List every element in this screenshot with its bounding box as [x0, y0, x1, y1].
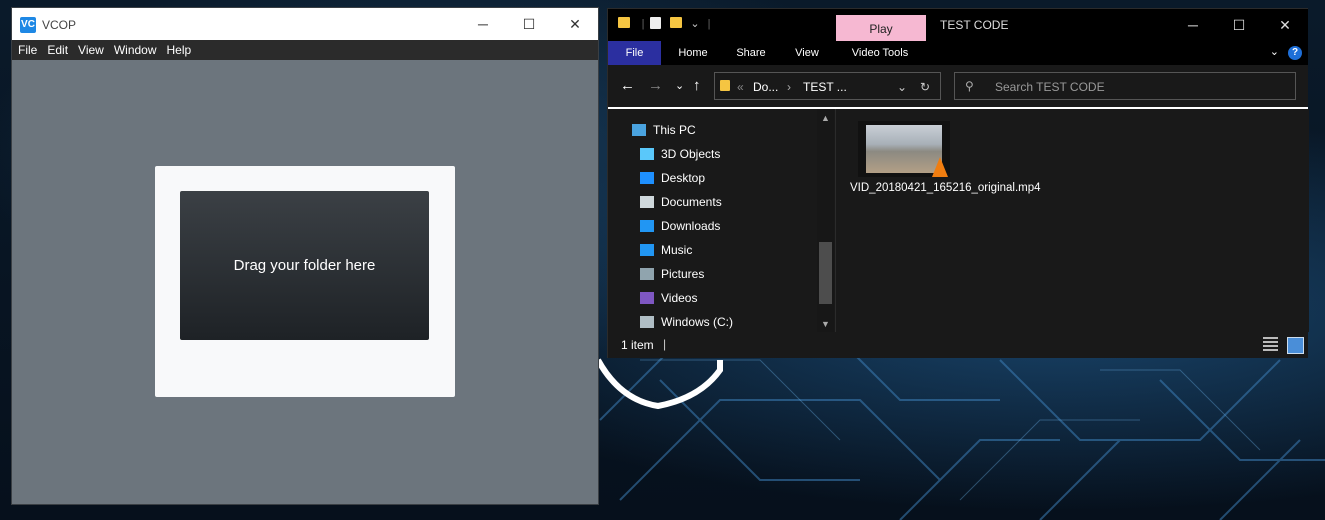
address-bar[interactable]: « Do... › TEST ... ⌄ ↻	[714, 72, 941, 100]
tree-item-pictures[interactable]: Pictures	[640, 265, 704, 283]
minimize-button[interactable]: ─	[1170, 9, 1216, 41]
recent-locations-icon[interactable]: ⌄	[675, 79, 684, 92]
tab-home[interactable]: Home	[668, 41, 718, 65]
drop-card: Drag your folder here	[155, 166, 455, 397]
explorer-title-bar[interactable]: | ⌄ | Play TEST CODE ─ ☐ ✕	[608, 9, 1308, 43]
expand-ribbon-icon[interactable]: ⌄	[1270, 46, 1279, 58]
tree-item-this-pc[interactable]: This PC	[632, 121, 696, 139]
folder-drop-zone[interactable]: Drag your folder here	[180, 191, 429, 340]
folder-icon	[720, 80, 730, 91]
breadcrumb-separator: ›	[787, 80, 791, 94]
menu-view[interactable]: View	[74, 40, 108, 60]
vcop-window-title: VCOP	[42, 18, 77, 32]
videos-icon	[640, 292, 654, 304]
toolbar-separator: |	[641, 18, 645, 30]
tree-item-music[interactable]: Music	[640, 241, 692, 259]
vlc-cone-icon	[932, 157, 948, 177]
3d-objects-icon	[640, 148, 654, 160]
address-dropdown-icon[interactable]: ⌄	[897, 80, 907, 94]
scroll-down-arrow-icon[interactable]: ▼	[817, 319, 834, 329]
vcop-menu-bar: File Edit View Window Help	[12, 40, 598, 60]
pictures-icon	[640, 268, 654, 280]
menu-window[interactable]: Window	[110, 40, 161, 60]
search-placeholder: Search TEST CODE	[995, 80, 1105, 94]
status-bar: 1 item |	[608, 332, 1308, 358]
scrollbar-thumb[interactable]	[819, 242, 832, 304]
tab-video-tools[interactable]: Video Tools	[840, 41, 920, 65]
breadcrumb-overflow-icon[interactable]: «	[737, 80, 744, 94]
desktop-icon	[640, 172, 654, 184]
tab-file[interactable]: File	[608, 41, 661, 65]
file-explorer-window: | ⌄ | Play TEST CODE ─ ☐ ✕ File Home Sha…	[607, 8, 1309, 358]
new-folder-icon[interactable]	[670, 17, 682, 28]
close-button[interactable]: ✕	[552, 8, 598, 40]
file-item[interactable]	[858, 121, 950, 181]
drop-zone-label: Drag your folder here	[233, 257, 376, 274]
details-view-icon[interactable]	[1263, 337, 1278, 352]
refresh-icon[interactable]: ↻	[920, 80, 930, 94]
vcop-title-bar[interactable]: VC VCOP ─ ☐ ✕	[12, 8, 598, 40]
tree-item-windows-c[interactable]: Windows (C:)	[640, 313, 733, 331]
file-list: VID_20180421_165216_original.mp4	[835, 109, 1309, 332]
folder-icon	[618, 17, 630, 28]
ribbon-tabs: File Home Share View Video Tools ⌄ ?	[608, 41, 1308, 65]
maximize-button[interactable]: ☐	[1216, 9, 1262, 41]
menu-edit[interactable]: Edit	[43, 40, 72, 60]
play-contextual-tab[interactable]: Play	[836, 15, 926, 43]
menu-file[interactable]: File	[14, 40, 41, 60]
forward-arrow-icon[interactable]: →	[648, 77, 663, 94]
back-arrow-icon[interactable]: ←	[620, 77, 635, 94]
vcop-logo-icon: VC	[20, 17, 36, 33]
properties-icon[interactable]	[650, 17, 661, 29]
scroll-up-arrow-icon[interactable]: ▲	[817, 113, 834, 123]
tree-item-desktop[interactable]: Desktop	[640, 169, 705, 187]
tree-item-downloads[interactable]: Downloads	[640, 217, 720, 235]
search-box[interactable]: ⚲ Search TEST CODE	[954, 72, 1296, 100]
tab-view[interactable]: View	[784, 41, 830, 65]
status-separator: |	[663, 337, 667, 351]
downloads-icon	[640, 220, 654, 232]
address-row: ← → ⌄ ↑ « Do... › TEST ... ⌄ ↻ ⚲ Search …	[608, 65, 1308, 107]
vcop-window: VC VCOP ─ ☐ ✕ File Edit View Window Help Dra…	[12, 8, 598, 504]
search-icon: ⚲	[965, 79, 974, 93]
tab-share[interactable]: Share	[726, 41, 776, 65]
large-icons-view-icon[interactable]	[1287, 337, 1304, 354]
help-icon[interactable]: ?	[1288, 46, 1302, 60]
item-count: 1 item	[621, 338, 654, 352]
tree-item-3d-objects[interactable]: 3D Objects	[640, 145, 720, 163]
drive-icon	[640, 316, 654, 328]
close-button[interactable]: ✕	[1262, 9, 1308, 41]
breadcrumb-item[interactable]: Do...	[753, 80, 778, 94]
explorer-window-title: TEST CODE	[940, 18, 1009, 32]
up-arrow-icon[interactable]: ↑	[693, 77, 701, 94]
tree-item-documents[interactable]: Documents	[640, 193, 722, 211]
toolbar-separator: |	[707, 18, 711, 30]
music-icon	[640, 244, 654, 256]
file-name[interactable]: VID_20180421_165216_original.mp4	[850, 181, 1041, 195]
breadcrumb-item[interactable]: TEST ...	[803, 80, 847, 94]
tree-item-videos[interactable]: Videos	[640, 289, 697, 307]
this-pc-icon	[632, 124, 646, 136]
minimize-button[interactable]: ─	[460, 8, 506, 40]
customize-toolbar-icon[interactable]: ⌄	[688, 17, 702, 31]
navigation-pane: This PC 3D Objects Desktop Documents Dow…	[608, 109, 835, 332]
menu-help[interactable]: Help	[163, 40, 196, 60]
maximize-button[interactable]: ☐	[506, 8, 552, 40]
documents-icon	[640, 196, 654, 208]
nav-scrollbar[interactable]: ▲ ▼	[817, 109, 834, 332]
